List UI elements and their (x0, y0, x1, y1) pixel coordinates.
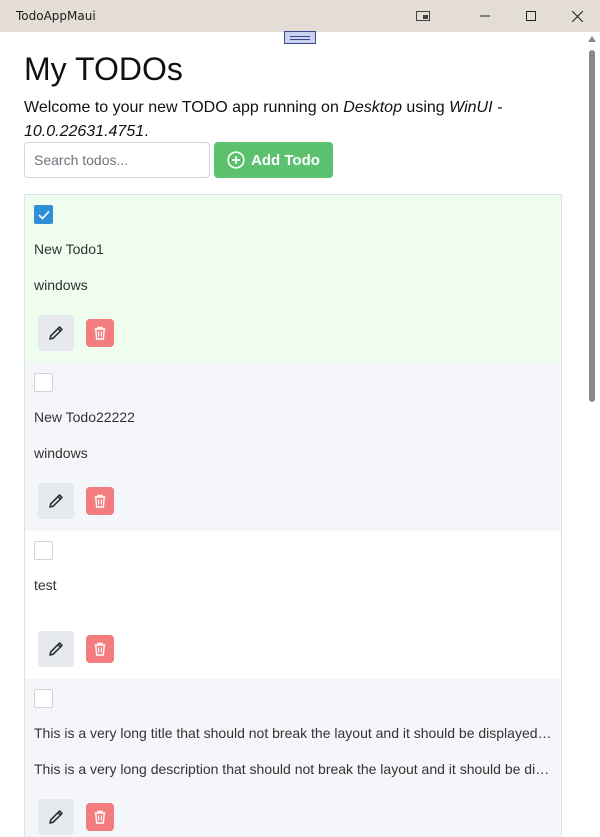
todo-checkbox[interactable] (34, 541, 53, 560)
window-title: TodoAppMaui (16, 9, 96, 23)
close-button[interactable] (554, 0, 600, 32)
pencil-icon (49, 810, 63, 824)
maximize-button[interactable] (508, 0, 554, 32)
platform-name: Desktop (343, 99, 402, 116)
compact-overlay-icon[interactable] (400, 0, 446, 32)
welcome-text-mid: using (401, 99, 450, 116)
delete-todo-button[interactable] (86, 487, 114, 515)
todo-item: test (25, 531, 561, 679)
trash-icon (94, 326, 106, 340)
todo-title: This is a very long title that should no… (34, 725, 554, 741)
trash-icon (94, 494, 106, 508)
scroll-thumb[interactable] (589, 50, 595, 402)
delete-todo-button[interactable] (86, 635, 114, 663)
main-content: My TODOs Welcome to your new TODO app ru… (24, 32, 564, 837)
todo-checkbox[interactable] (34, 205, 53, 224)
edit-todo-button[interactable] (38, 483, 74, 519)
todo-item: This is a very long title that should no… (25, 679, 561, 837)
welcome-message: Welcome to your new TODO app running on … (24, 96, 544, 144)
pencil-icon (49, 642, 63, 656)
pencil-icon (49, 326, 63, 340)
edit-todo-button[interactable] (38, 315, 74, 351)
search-input[interactable] (24, 142, 210, 178)
todo-checkbox[interactable] (34, 689, 53, 708)
todo-list: New Todo1 windows New Todo22222 windows … (24, 194, 562, 837)
todo-description: windows (34, 277, 88, 293)
delete-todo-button[interactable] (86, 319, 114, 347)
todo-description: windows (34, 445, 88, 461)
vertical-scrollbar[interactable] (585, 32, 600, 837)
todo-description: This is a very long description that sho… (34, 761, 554, 777)
todo-item: New Todo1 windows (25, 195, 561, 363)
welcome-text-suffix: . (144, 123, 149, 140)
edit-todo-button[interactable] (38, 631, 74, 667)
todo-title: New Todo1 (34, 241, 104, 257)
scroll-up-arrow-icon[interactable] (588, 36, 596, 42)
minimize-button[interactable] (462, 0, 508, 32)
trash-icon (94, 810, 106, 824)
add-todo-button[interactable]: Add Todo (214, 142, 333, 178)
add-todo-label: Add Todo (251, 151, 320, 169)
window-titlebar: TodoAppMaui (0, 0, 600, 32)
todo-title: New Todo22222 (34, 409, 135, 425)
checkmark-icon (37, 210, 50, 220)
delete-todo-button[interactable] (86, 803, 114, 831)
todo-checkbox[interactable] (34, 373, 53, 392)
welcome-text-prefix: Welcome to your new TODO app running on (24, 99, 344, 116)
pencil-icon (49, 494, 63, 508)
todo-item: New Todo22222 windows (25, 363, 561, 531)
todo-title: test (34, 577, 57, 593)
page-title: My TODOs (24, 51, 183, 87)
trash-icon (94, 642, 106, 656)
plus-circle-icon (227, 151, 245, 169)
edit-todo-button[interactable] (38, 799, 74, 835)
